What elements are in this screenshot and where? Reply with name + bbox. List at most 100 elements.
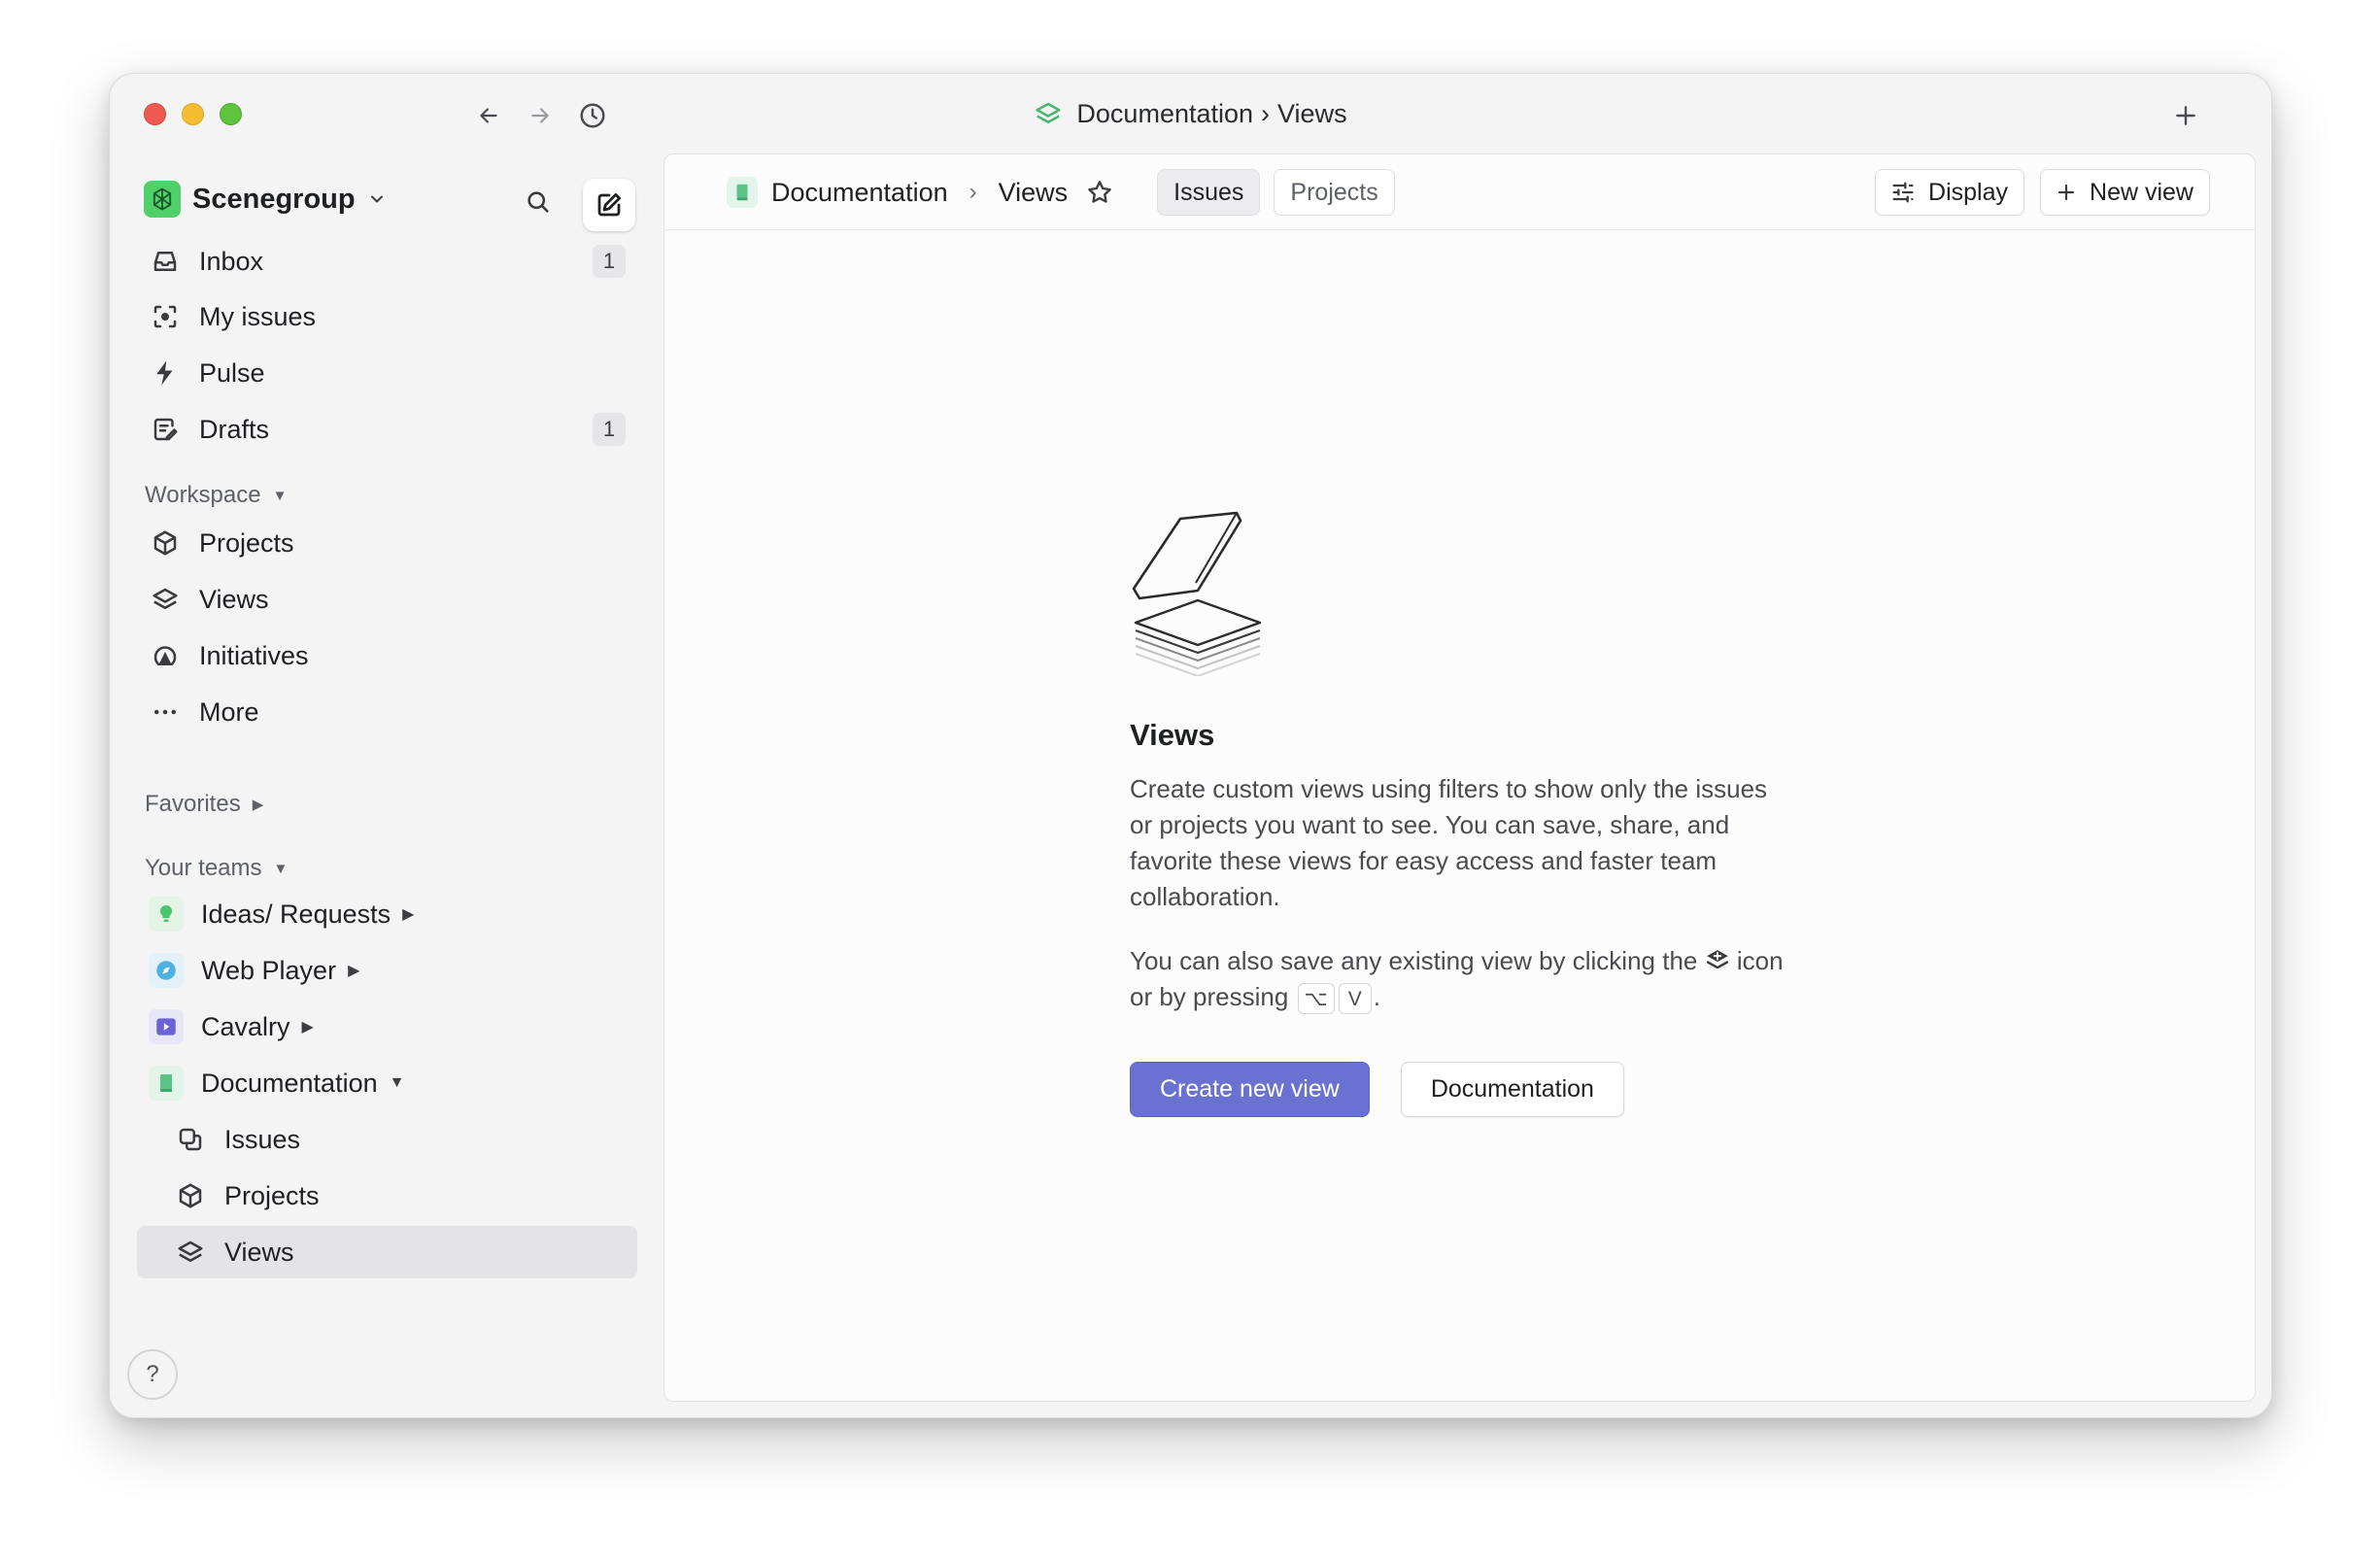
help-label: ?: [146, 1361, 159, 1387]
new-view-button[interactable]: New view: [2040, 169, 2210, 216]
caret-down-icon: ▼: [272, 487, 288, 504]
help-button[interactable]: ?: [127, 1349, 178, 1400]
layers-icon: [174, 1236, 207, 1269]
more-icon: [149, 696, 182, 729]
sidebar-item-label: More: [199, 696, 259, 727]
hint-text-before: You can also save any existing view by c…: [1130, 946, 1698, 975]
favorite-button[interactable]: [1085, 178, 1114, 207]
sidebar-item-label: Initiatives: [199, 640, 309, 670]
workspace-logo: [144, 181, 181, 218]
book-icon: [149, 1066, 184, 1101]
sidebar-item-label: Issues: [224, 1124, 301, 1154]
book-icon: [727, 177, 758, 208]
drafts-icon: [149, 413, 182, 446]
workspace-switcher[interactable]: Scenegroup: [144, 181, 387, 218]
hint-text-after: .: [1373, 982, 1380, 1011]
section-label: Your teams: [145, 855, 262, 881]
display-label: Display: [1928, 178, 2009, 206]
lightbulb-icon: [149, 897, 184, 932]
sidebar-item-pulse[interactable]: Pulse: [137, 347, 637, 399]
sidebar-subitem-projects[interactable]: Projects: [137, 1170, 637, 1222]
plus-icon: [2057, 184, 2075, 201]
create-new-view-button[interactable]: Create new view: [1130, 1062, 1370, 1117]
sidebar-item-label: Inbox: [199, 246, 264, 276]
sidebar-team-documentation[interactable]: Documentation ▼: [137, 1057, 637, 1109]
sidebar-item-label: Views: [224, 1237, 294, 1267]
inbox-count-badge: 1: [593, 245, 626, 278]
tab-issues[interactable]: Issues: [1157, 169, 1261, 216]
workspace-name: Scenegroup: [192, 183, 356, 215]
star-icon: [1088, 181, 1111, 203]
empty-state-actions: Create new view Documentation: [1130, 1062, 1624, 1117]
main-header: Documentation › Views Issues Projects Di…: [664, 154, 2255, 230]
sliders-icon: [1892, 182, 1914, 203]
sidebar-subitem-views[interactable]: Views: [137, 1226, 637, 1278]
sidebar-item-more[interactable]: More: [137, 686, 637, 738]
sidebar-item-inbox[interactable]: Inbox 1: [137, 235, 637, 288]
window-title: Documentation › Views: [110, 74, 2271, 153]
team-label: Web Player: [201, 955, 337, 985]
team-label: Cavalry: [201, 1011, 290, 1041]
forward-button[interactable]: [526, 101, 555, 130]
sidebar-item-drafts[interactable]: Drafts 1: [137, 403, 637, 456]
arrow-right-icon: [531, 108, 549, 123]
save-view-icon: [1706, 950, 1729, 969]
team-label: Documentation: [201, 1068, 378, 1098]
empty-state-description: Create custom views using filters to sho…: [1130, 774, 1768, 911]
workspace-section-header[interactable]: Workspace ▼: [145, 482, 287, 509]
sidebar-team-web-player[interactable]: Web Player ▶: [137, 944, 637, 997]
display-button[interactable]: Display: [1875, 169, 2025, 216]
team-label: Ideas/ Requests: [201, 899, 391, 929]
compass-icon: [149, 953, 184, 988]
search-button[interactable]: [522, 186, 555, 219]
caret-right-icon: ▶: [252, 797, 264, 813]
sidebar-team-ideas-requests[interactable]: Ideas/ Requests ▶: [137, 888, 637, 940]
empty-state-hint: You can also save any existing view by c…: [1130, 943, 1810, 1015]
sidebar-item-my-issues[interactable]: My issues: [137, 290, 637, 343]
close-window-button[interactable]: [144, 103, 166, 125]
clock-icon: [580, 103, 605, 128]
new-tab-button[interactable]: [2168, 98, 2203, 133]
teams-section-header[interactable]: Your teams ▼: [145, 855, 288, 882]
history-button[interactable]: [578, 101, 607, 130]
sidebar-item-projects[interactable]: Projects: [137, 517, 637, 569]
minimize-window-button[interactable]: [182, 103, 204, 125]
sidebar-item-label: Drafts: [199, 414, 270, 444]
new-view-label: New view: [2090, 178, 2193, 206]
sidebar-subitem-issues[interactable]: Issues: [137, 1113, 637, 1166]
breadcrumb-team[interactable]: Documentation: [771, 178, 948, 208]
arrow-left-icon: [480, 108, 497, 123]
app-window: Documentation › Views Scenegroup Inbox 1: [109, 73, 2272, 1418]
window-title-parent: Documentation: [1076, 98, 1254, 128]
traffic-lights: [144, 103, 242, 125]
new-issue-button[interactable]: [583, 179, 635, 231]
button-label: Create new view: [1160, 1075, 1340, 1103]
favorites-section-header[interactable]: Favorites ▶: [145, 791, 263, 818]
views-stack-illustration: [1132, 511, 1262, 676]
header-actions: Display New view: [1875, 169, 2210, 216]
shortcut-option-key: ⌥: [1297, 983, 1335, 1015]
sidebar-item-label: Pulse: [199, 357, 265, 388]
cube-icon: [174, 1179, 207, 1212]
my-issues-icon: [149, 300, 182, 333]
section-label: Workspace: [145, 482, 261, 508]
documentation-button[interactable]: Documentation: [1400, 1062, 1624, 1117]
drafts-count-badge: 1: [593, 413, 626, 446]
sidebar-team-cavalry[interactable]: Cavalry ▶: [137, 1001, 637, 1053]
compose-icon: [597, 193, 621, 217]
breadcrumb: Documentation › Views Issues Projects: [727, 154, 1395, 230]
sidebar-item-views[interactable]: Views: [137, 573, 637, 626]
caret-down-icon: ▼: [389, 1074, 405, 1091]
layers-icon: [1036, 102, 1061, 123]
sidebar-item-label: Projects: [199, 527, 294, 558]
caret-right-icon: ▶: [402, 906, 415, 923]
sidebar-item-initiatives[interactable]: Initiatives: [137, 629, 637, 682]
empty-state-title: Views: [1130, 718, 1215, 752]
cube-icon: [149, 526, 182, 560]
back-button[interactable]: [474, 101, 503, 130]
maximize-window-button[interactable]: [220, 103, 242, 125]
tab-projects[interactable]: Projects: [1274, 169, 1395, 216]
button-label: Documentation: [1430, 1075, 1594, 1103]
play-icon: [149, 1009, 184, 1044]
issues-icon: [174, 1123, 207, 1156]
